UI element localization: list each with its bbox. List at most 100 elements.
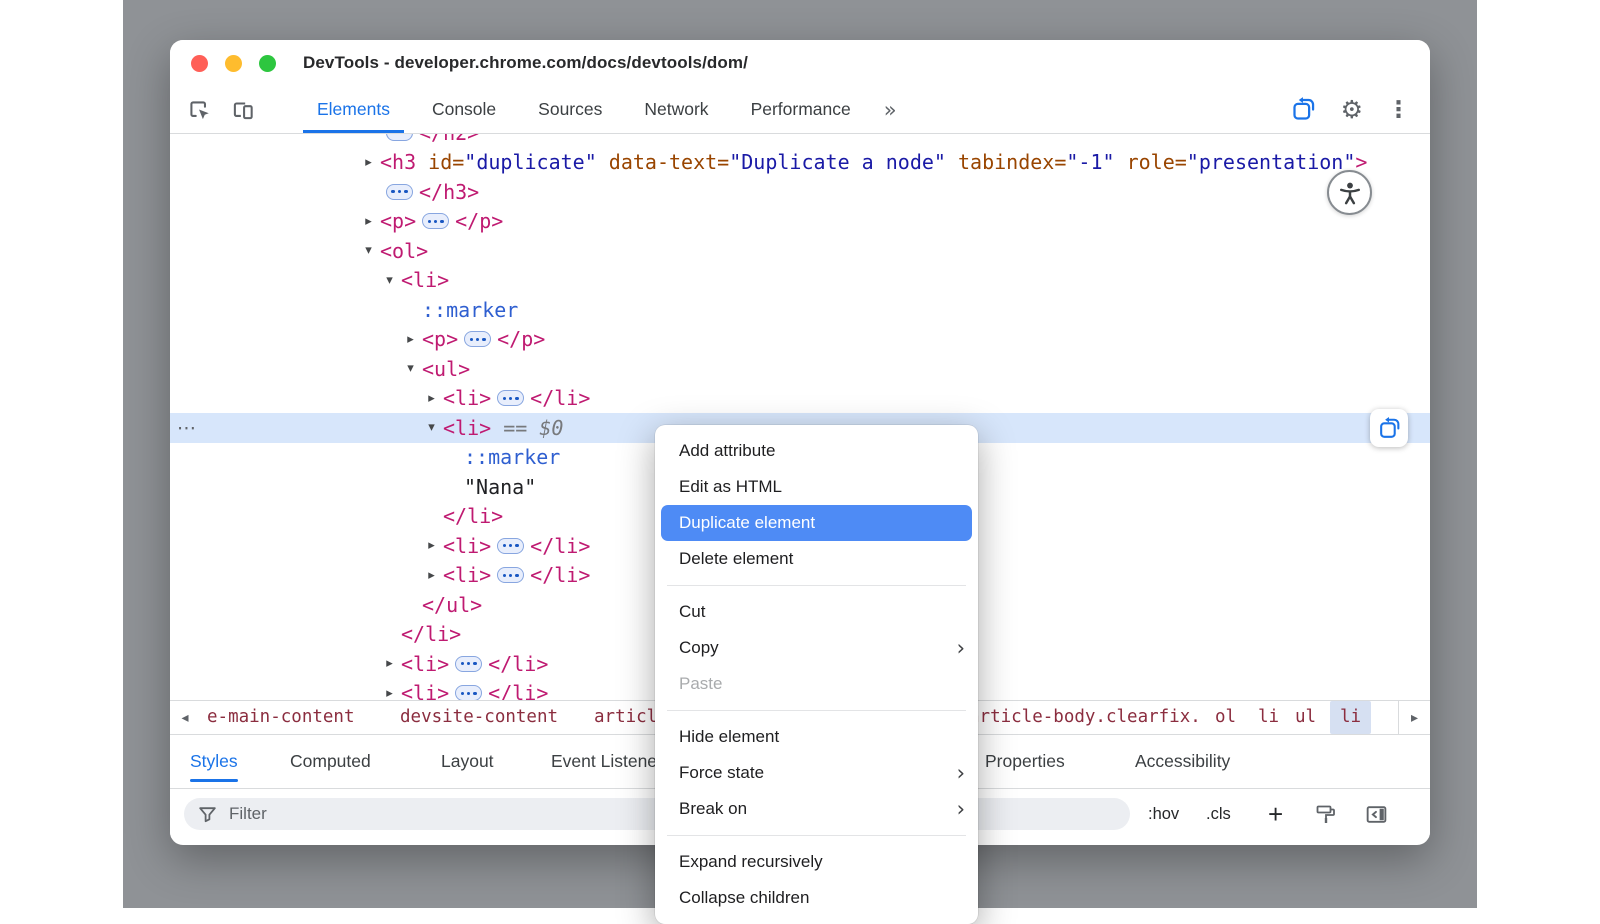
window-titlebar: DevTools - developer.chrome.com/docs/dev… [170, 40, 1430, 86]
menu-item-break-on[interactable]: Break on› [655, 791, 978, 827]
expand-arrow-icon[interactable]: ▸ [360, 214, 377, 229]
breadcrumb-item-li[interactable]: li [1330, 701, 1371, 734]
code-tag: </h2> [419, 134, 479, 145]
dom-tree-row[interactable]: </h3> [170, 177, 1430, 207]
breadcrumb-item-devsite-content[interactable]: devsite-content [400, 701, 558, 734]
settings-gear-icon[interactable]: ⚙ [1341, 95, 1363, 124]
code-pseudo: ::marker [422, 298, 518, 322]
tab-network[interactable]: Network [623, 86, 729, 133]
breadcrumb-item-ol[interactable]: ol [1215, 701, 1236, 734]
expand-arrow-icon[interactable]: ▸ [423, 538, 440, 553]
dom-tree-row[interactable]: ▸<h3 id="duplicate" data-text="Duplicate… [170, 148, 1430, 178]
code-tag: </li> [530, 563, 590, 587]
dom-tree-row[interactable]: ▾<ol> [170, 236, 1430, 266]
menu-item-cut[interactable]: Cut [655, 594, 978, 630]
code-tag: </li> [401, 622, 461, 646]
dom-tree-row[interactable]: ▸<p></p> [170, 207, 1430, 237]
collapsed-content-icon[interactable] [497, 538, 524, 554]
collapse-arrow-icon[interactable]: ▾ [381, 273, 398, 288]
tab-performance[interactable]: Performance [730, 86, 872, 133]
breadcrumb-item-e-main-content[interactable]: e-main-content [207, 701, 355, 734]
menu-item-expand-recursively[interactable]: Expand recursively [655, 844, 978, 880]
breadcrumb-item-ul[interactable]: ul [1295, 701, 1316, 734]
menu-item-label: Edit as HTML [679, 477, 782, 497]
new-style-rule-button[interactable]: + [1268, 789, 1283, 839]
menu-item-copy[interactable]: Copy› [655, 630, 978, 666]
dom-tree-row[interactable]: ::marker [170, 295, 1430, 325]
collapsed-content-icon[interactable] [497, 390, 524, 406]
expand-arrow-icon[interactable]: ▸ [381, 686, 398, 700]
code-tag: </li> [443, 504, 503, 528]
expand-arrow-icon[interactable]: ▸ [423, 391, 440, 406]
code-tag: <h3 [380, 150, 416, 174]
sidebar-tab-layout[interactable]: Layout [441, 735, 494, 788]
menu-item-edit-as-html[interactable]: Edit as HTML [655, 469, 978, 505]
code-value: "duplicate" [464, 150, 596, 174]
duplicate-indicator-icon[interactable] [1370, 409, 1408, 447]
close-window-button[interactable] [191, 55, 208, 72]
sidebar-tab-properties[interactable]: Properties [985, 735, 1065, 788]
collapsed-content-icon[interactable] [455, 656, 482, 672]
dom-tree-row[interactable]: ▸<li></li> [170, 384, 1430, 414]
rendering-emulations-icon[interactable] [1314, 789, 1338, 839]
sidebar-tab-accessibility[interactable]: Accessibility [1135, 735, 1230, 788]
device-toolbar-icon[interactable] [230, 97, 256, 123]
collapsed-content-icon[interactable] [386, 184, 413, 200]
highlight-badge-icon[interactable] [1290, 96, 1317, 123]
dom-tree-row[interactable]: </h2> [170, 134, 1430, 148]
menu-item-collapse-children[interactable]: Collapse children [655, 880, 978, 916]
toggle-sidebar-icon[interactable] [1364, 789, 1389, 839]
collapse-arrow-icon[interactable]: ▾ [360, 243, 377, 258]
collapsed-content-icon[interactable] [497, 567, 524, 583]
collapsed-content-icon[interactable] [464, 331, 491, 347]
code-tag: </li> [488, 681, 548, 700]
expand-arrow-icon[interactable]: ▸ [423, 568, 440, 583]
sidebar-tab-styles[interactable]: Styles [190, 735, 238, 788]
minimize-window-button[interactable] [225, 55, 242, 72]
element-classes-button[interactable]: .cls [1206, 789, 1231, 839]
breadcrumb-item-li[interactable]: li [1258, 701, 1279, 734]
traffic-lights [191, 55, 276, 72]
collapsed-content-icon[interactable] [386, 134, 413, 141]
tab-elements[interactable]: Elements [296, 86, 411, 133]
code-attr: data-text= [597, 150, 729, 174]
more-panels-icon[interactable]: » [884, 98, 897, 122]
collapse-arrow-icon[interactable]: ▾ [423, 420, 440, 435]
row-overflow-icon[interactable]: ⋯ [177, 413, 196, 443]
inspect-element-icon[interactable] [186, 97, 212, 123]
toggle-element-state-button[interactable]: :hov [1148, 789, 1179, 839]
expand-arrow-icon[interactable]: ▸ [360, 155, 377, 170]
menu-item-hide-element[interactable]: Hide element [655, 719, 978, 755]
menu-item-label: Force state [679, 763, 764, 783]
menu-item-duplicate-element[interactable]: Duplicate element [661, 505, 972, 541]
menu-item-delete-element[interactable]: Delete element [655, 541, 978, 577]
expand-arrow-icon[interactable]: ▸ [402, 332, 419, 347]
menu-item-label: Hide element [679, 727, 779, 747]
menu-item-force-state[interactable]: Force state› [655, 755, 978, 791]
sidebar-tab-computed[interactable]: Computed [290, 735, 371, 788]
menu-item-label: Copy [679, 638, 719, 658]
code-value: "Duplicate a node" [729, 150, 946, 174]
collapsed-content-icon[interactable] [455, 685, 482, 700]
breadcrumb-scroll-right-icon[interactable]: ▸ [1398, 701, 1430, 734]
expand-arrow-icon[interactable]: ▸ [381, 656, 398, 671]
code-tag: <ol> [380, 239, 428, 263]
collapsed-content-icon[interactable] [422, 213, 449, 229]
dom-tree-row[interactable]: ▸<p></p> [170, 325, 1430, 355]
zoom-window-button[interactable] [259, 55, 276, 72]
code-tag: <li> [401, 652, 449, 676]
breadcrumb-item-article-body-clearfix[interactable]: article-body.clearfix. [969, 701, 1201, 734]
menu-item-label: Paste [679, 674, 722, 694]
dom-tree-row[interactable]: ▾<li> [170, 266, 1430, 296]
tab-sources[interactable]: Sources [517, 86, 623, 133]
kebab-menu-icon[interactable]: ⋮ [1387, 97, 1410, 123]
tab-console[interactable]: Console [411, 86, 517, 133]
dom-tree-row[interactable]: ▾<ul> [170, 354, 1430, 384]
code-tag: <ul> [422, 357, 470, 381]
menu-item-label: Collapse children [679, 888, 809, 908]
sidebar-tab-event-listeners[interactable]: Event Listeners [551, 735, 672, 788]
menu-separator [667, 585, 966, 586]
collapse-arrow-icon[interactable]: ▾ [402, 361, 419, 376]
filter-funnel-icon [197, 804, 218, 825]
menu-item-add-attribute[interactable]: Add attribute [655, 433, 978, 469]
